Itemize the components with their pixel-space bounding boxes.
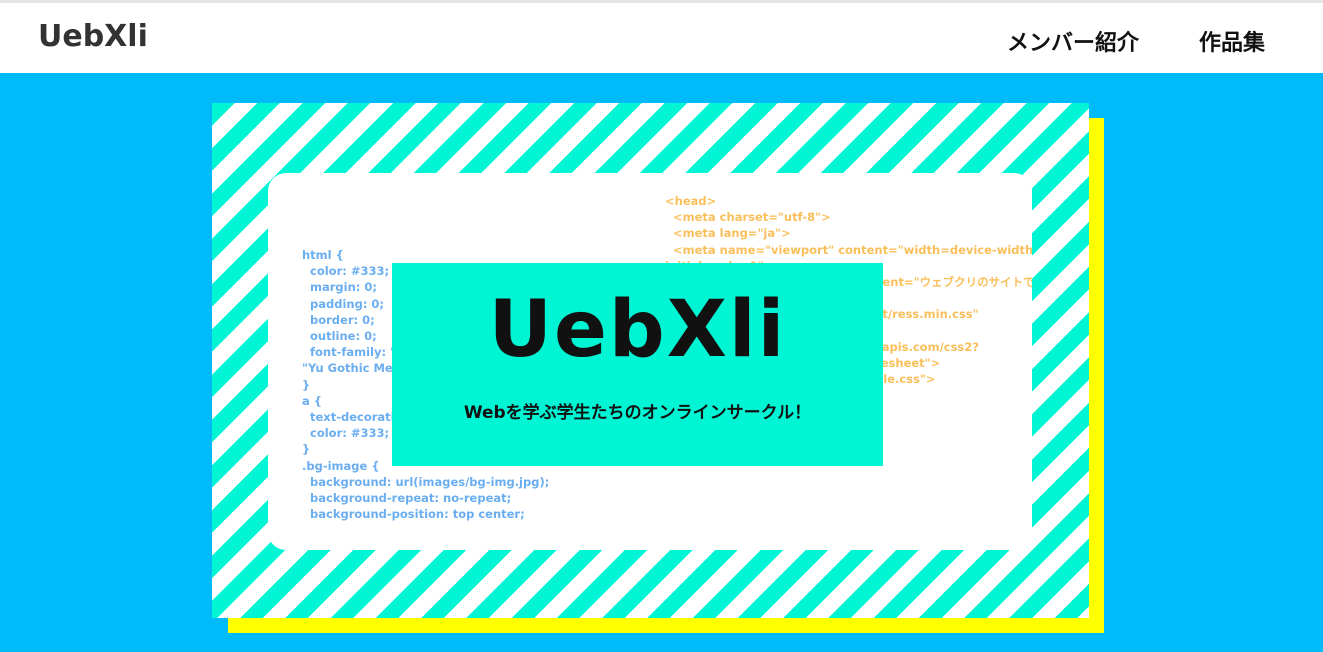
hero-title-box: UebXli Webを学ぶ学生たちのオンラインサークル！ xyxy=(392,263,883,466)
hero-tagline: Webを学ぶ学生たちのオンラインサークル！ xyxy=(463,403,812,423)
nav-link-members[interactable]: メンバー紹介 xyxy=(1007,25,1139,57)
hero-title: UebXli xyxy=(488,285,787,375)
main-nav: メンバー紹介 作品集 xyxy=(1007,25,1265,57)
site-logo[interactable]: UebXli xyxy=(38,19,148,54)
hero-banner: html { color: #333; margin: 0; padding: … xyxy=(212,103,1089,618)
site-header: UebXli メンバー紹介 作品集 xyxy=(0,3,1323,73)
nav-link-works[interactable]: 作品集 xyxy=(1199,25,1265,57)
hero-inner-panel: html { color: #333; margin: 0; padding: … xyxy=(268,173,1032,550)
